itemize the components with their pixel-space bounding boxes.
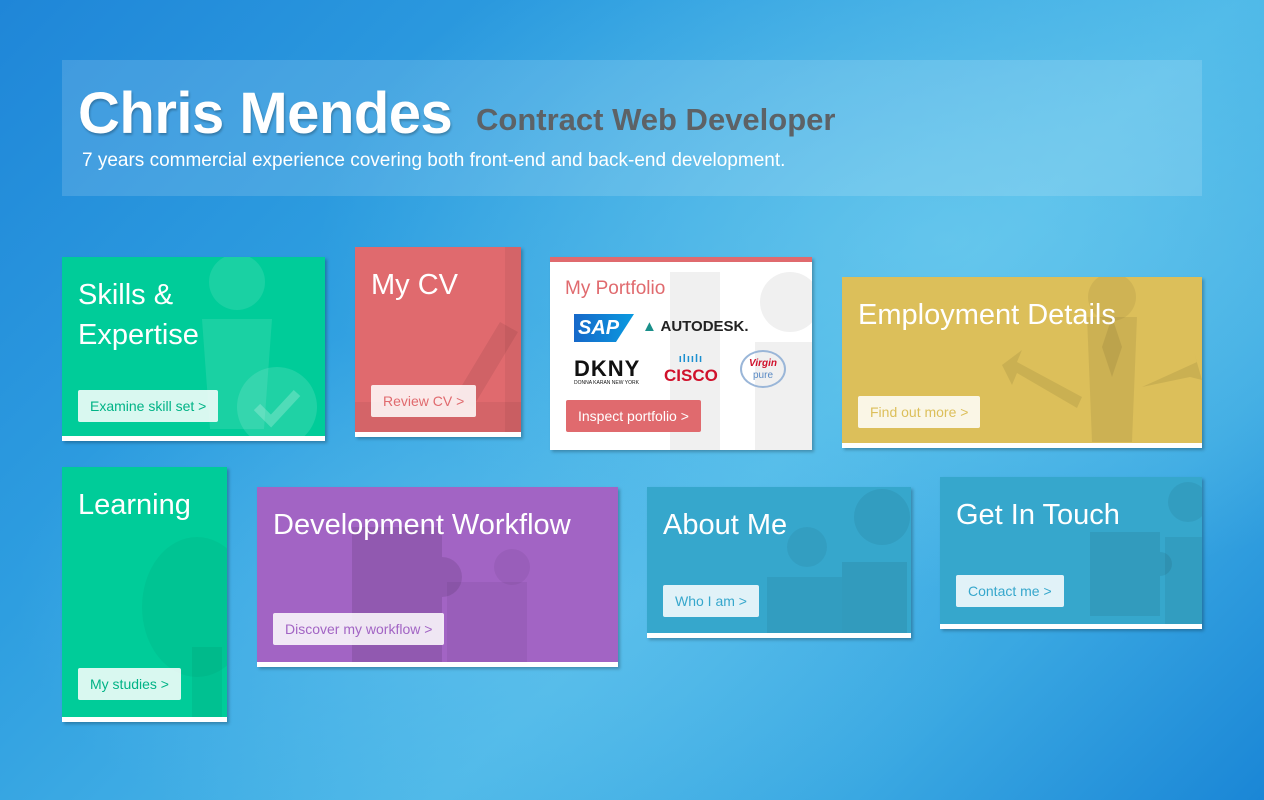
find-out-more-button[interactable]: Find out more > [858, 396, 981, 428]
tile-title-line: Expertise [78, 319, 199, 351]
examine-skill-set-button[interactable]: Examine skill set > [78, 390, 219, 422]
tile-title: My Portfolio [565, 278, 666, 299]
header-description: 7 years commercial experience covering b… [82, 150, 786, 171]
tile-title: Learning [78, 489, 191, 521]
sap-logo: SAP [574, 314, 634, 342]
client-logos: SAP ▲ AUTODESK. DKNY DONNA KARAN NEW YOR… [574, 314, 794, 394]
tile-title: About Me [663, 509, 788, 541]
tile-title: My CV [371, 269, 458, 301]
virgin-pure-logo: Virgin pure [740, 350, 786, 388]
header-banner: Chris Mendes Contract Web Developer 7 ye… [62, 60, 1202, 196]
dkny-logo: DKNY DONNA KARAN NEW YORK [574, 356, 641, 387]
sap-logo-text: SAP [578, 317, 620, 339]
my-studies-button[interactable]: My studies > [78, 668, 181, 700]
tile-about[interactable]: About Me Who I am > [647, 487, 911, 638]
pure-logo-text: pure [752, 370, 773, 381]
tile-touch[interactable]: Get In Touch Contact me > [940, 477, 1202, 629]
who-i-am-button[interactable]: Who I am > [663, 585, 759, 617]
tile-title: Skills & Expertise [78, 275, 199, 355]
autodesk-mark-icon: ▲ [642, 318, 657, 335]
tile-title: Get In Touch [956, 499, 1120, 531]
autodesk-logo: ▲ AUTODESK. [642, 318, 749, 335]
tile-learning[interactable]: Learning My studies > [62, 467, 227, 722]
autodesk-logo-text: AUTODESK. [660, 318, 749, 335]
tile-cv[interactable]: My CV Review CV > [355, 247, 521, 437]
cisco-logo-text: CISCO [664, 366, 718, 385]
contact-me-button[interactable]: Contact me > [956, 575, 1064, 607]
tile-title-line: Skills & [78, 279, 174, 311]
review-cv-button[interactable]: Review CV > [371, 385, 477, 417]
dkny-logo-subtext: DONNA KARAN NEW YORK [574, 380, 639, 386]
cisco-logo: ılıılı CISCO [664, 352, 718, 386]
tile-workflow[interactable]: Development Workflow Discover my workflo… [257, 487, 618, 667]
tile-skills[interactable]: Skills & Expertise Examine skill set > [62, 257, 325, 441]
virgin-logo-text: Virgin [749, 358, 777, 369]
page-title: Chris Mendes [78, 81, 453, 146]
tile-employment[interactable]: Employment Details Find out more > [842, 277, 1202, 448]
discover-workflow-button[interactable]: Discover my workflow > [273, 613, 445, 645]
tile-portfolio[interactable]: My Portfolio SAP ▲ AUTODESK. DKNY DONNA … [550, 257, 812, 450]
inspect-portfolio-button[interactable]: Inspect portfolio > [566, 400, 701, 432]
dkny-logo-text: DKNY [574, 356, 641, 381]
cisco-bars-icon: ılıılı [678, 353, 704, 365]
job-title: Contract Web Developer [476, 102, 836, 137]
tile-title: Employment Details [858, 299, 1116, 331]
tile-title: Development Workflow [273, 509, 571, 541]
